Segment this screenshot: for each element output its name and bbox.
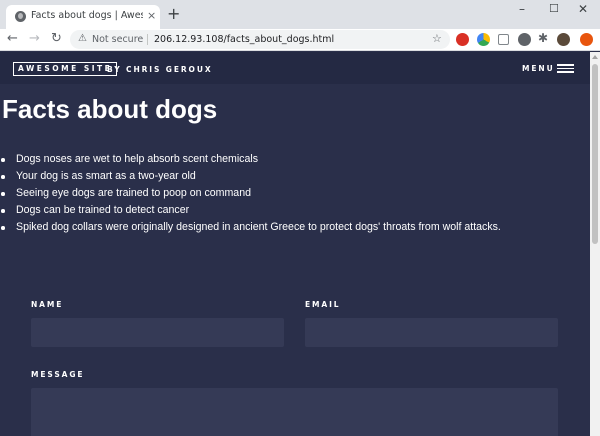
address-bar[interactable]: ⚠ Not secure 206.12.93.108/facts_about_d…	[70, 30, 450, 49]
globe-icon	[15, 11, 26, 22]
warning-icon[interactable]: ⚠	[78, 33, 87, 44]
back-button[interactable]: ←	[7, 31, 18, 47]
list-item: Dogs can be trained to detect cancer	[0, 204, 501, 221]
email-field[interactable]	[305, 318, 558, 347]
list-item: Spiked dog collars were originally desig…	[0, 221, 501, 238]
extension-frame-icon[interactable]	[498, 34, 509, 45]
tab-close-icon[interactable]: ×	[147, 9, 156, 23]
menu-button[interactable]: MENU	[522, 64, 555, 73]
page-content: AWESOME SITE BY CHRIS GEROUX MENU Facts …	[0, 52, 590, 436]
page-scrollbar[interactable]	[590, 52, 600, 436]
browser-toolbar: ← → ↻ ⚠ Not secure 206.12.93.108/facts_a…	[0, 29, 600, 51]
security-status[interactable]: Not secure	[92, 34, 143, 45]
window-maximize-button[interactable]: ☐	[549, 2, 559, 16]
forward-button[interactable]: →	[29, 31, 40, 47]
reload-button[interactable]: ↻	[51, 31, 62, 47]
profile-avatar[interactable]	[557, 33, 570, 46]
scrollbar-thumb[interactable]	[592, 64, 598, 244]
extensions-puzzle-icon[interactable]: ✱	[538, 31, 548, 45]
site-header: AWESOME SITE BY CHRIS GEROUX MENU	[0, 52, 590, 84]
extension-circle-icon[interactable]	[518, 33, 531, 46]
address-separator	[147, 34, 148, 45]
new-tab-button[interactable]: +	[167, 6, 180, 22]
extension-red-icon[interactable]	[456, 33, 469, 46]
window-minimize-button[interactable]: –	[519, 2, 525, 16]
site-logo[interactable]: AWESOME SITE	[13, 62, 118, 76]
browser-tab[interactable]: Facts about dogs | Awesome Site ×	[6, 5, 160, 29]
extension-color-icon[interactable]	[477, 33, 490, 46]
facts-list: Dogs noses are wet to help absorb scent …	[0, 153, 501, 238]
scroll-up-arrow-icon[interactable]	[592, 55, 598, 59]
email-label: EMAIL	[305, 300, 341, 309]
name-field[interactable]	[31, 318, 284, 347]
hamburger-menu-icon[interactable]	[557, 64, 574, 73]
bookmark-star-icon[interactable]: ☆	[432, 32, 442, 45]
list-item: Dogs noses are wet to help absorb scent …	[0, 153, 501, 170]
browser-tab-strip: Facts about dogs | Awesome Site × + – ☐ …	[0, 0, 600, 29]
message-field[interactable]	[31, 388, 558, 436]
extension-orange-icon[interactable]	[580, 33, 593, 46]
page-title: Facts about dogs	[2, 94, 218, 124]
tab-title: Facts about dogs | Awesome Site	[31, 10, 143, 21]
name-label: NAME	[31, 300, 64, 309]
message-label: MESSAGE	[31, 370, 85, 379]
list-item: Your dog is as smart as a two-year old	[0, 170, 501, 187]
window-close-button[interactable]: ✕	[578, 2, 588, 16]
url-text[interactable]: 206.12.93.108/facts_about_dogs.html	[154, 34, 334, 45]
list-item: Seeing eye dogs are trained to poop on c…	[0, 187, 501, 204]
site-byline[interactable]: BY CHRIS GEROUX	[107, 65, 213, 74]
